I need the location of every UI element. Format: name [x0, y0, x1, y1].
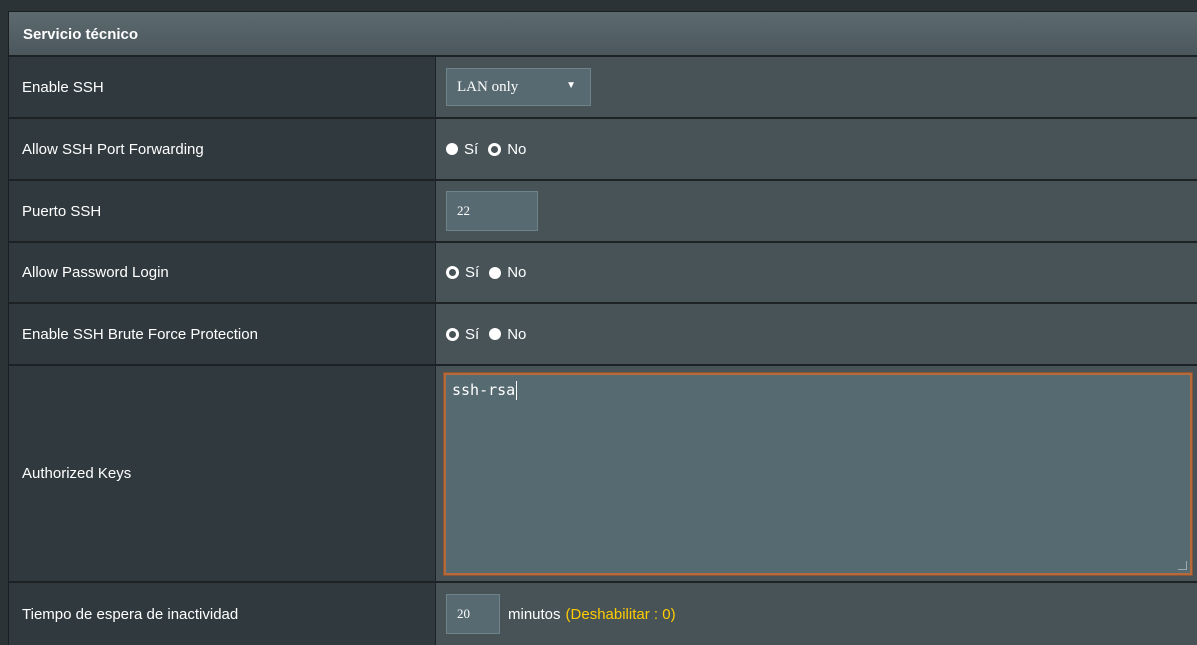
brute-force-label: Enable SSH Brute Force Protection: [9, 304, 436, 364]
authorized-keys-cell: ssh-rsa: [436, 366, 1197, 581]
ssh-port-forwarding-no-option[interactable]: No: [488, 141, 526, 158]
idle-timeout-input[interactable]: 20: [446, 594, 500, 634]
row-idle-timeout: Tiempo de espera de inactividad 20 minut…: [9, 583, 1197, 645]
row-ssh-port: Puerto SSH 22: [9, 181, 1197, 243]
radio-label-no: No: [507, 264, 527, 281]
idle-timeout-unit: minutos: [508, 605, 561, 623]
row-ssh-port-forwarding: Allow SSH Port Forwarding Sí No: [9, 119, 1197, 181]
ssh-port-label: Puerto SSH: [9, 181, 436, 241]
password-login-radio-group: Sí No: [446, 264, 526, 281]
authorized-keys-textarea[interactable]: ssh-rsa: [444, 372, 1192, 575]
text-cursor: [516, 380, 518, 400]
ssh-port-forwarding-radio-group: Sí No: [446, 141, 526, 158]
authorized-keys-label: Authorized Keys: [9, 366, 436, 581]
ssh-port-forwarding-label: Allow SSH Port Forwarding: [9, 119, 436, 179]
password-login-yes-option[interactable]: Sí: [446, 264, 479, 281]
radio-label-yes: Sí: [465, 264, 480, 281]
radio-label-yes: Sí: [464, 140, 479, 158]
radio-checked-icon[interactable]: [446, 327, 459, 341]
enable-ssh-select[interactable]: LAN only ▼: [446, 68, 591, 106]
row-authorized-keys: Authorized Keys ssh-rsa: [9, 366, 1197, 583]
row-brute-force: Enable SSH Brute Force Protection Sí No: [9, 304, 1197, 366]
password-login-cell: Sí No: [436, 243, 1197, 302]
row-enable-ssh: Enable SSH LAN only ▼: [9, 57, 1197, 119]
password-login-no-option[interactable]: No: [489, 264, 526, 281]
enable-ssh-selected-value: LAN only: [457, 78, 519, 95]
ssh-port-forwarding-yes-option[interactable]: Sí: [446, 141, 478, 158]
enable-ssh-cell: LAN only ▼: [436, 57, 1197, 117]
radio-label-no: No: [507, 325, 527, 343]
idle-timeout-label: Tiempo de espera de inactividad: [9, 583, 436, 645]
row-password-login: Allow Password Login Sí No: [9, 243, 1197, 304]
radio-label-no: No: [507, 140, 527, 158]
ssh-port-cell: 22: [436, 181, 1197, 241]
brute-force-no-option[interactable]: No: [489, 326, 526, 343]
caret-down-icon: ▼: [566, 80, 576, 91]
radio-unchecked-icon[interactable]: [446, 143, 458, 155]
ssh-service-panel: Servicio técnico Enable SSH LAN only ▼ A…: [8, 11, 1197, 645]
brute-force-yes-option[interactable]: Sí: [446, 326, 479, 343]
resize-grip-icon[interactable]: [1178, 560, 1187, 570]
ssh-port-input[interactable]: 22: [446, 191, 538, 231]
brute-force-cell: Sí No: [436, 304, 1197, 364]
authorized-keys-text: ssh-rsa: [452, 380, 516, 399]
radio-unchecked-icon[interactable]: [489, 266, 502, 279]
radio-checked-icon[interactable]: [488, 142, 502, 156]
radio-unchecked-icon[interactable]: [489, 328, 502, 340]
idle-timeout-hint: (Deshabilitar : 0): [565, 605, 676, 623]
panel-title: Servicio técnico: [9, 12, 1197, 57]
enable-ssh-label: Enable SSH: [9, 57, 436, 117]
password-login-label: Allow Password Login: [9, 243, 436, 302]
radio-label-yes: Sí: [465, 325, 480, 343]
idle-timeout-cell: 20 minutos (Deshabilitar : 0): [436, 583, 1197, 645]
brute-force-radio-group: Sí No: [446, 326, 526, 343]
ssh-port-forwarding-cell: Sí No: [436, 119, 1197, 179]
radio-checked-icon[interactable]: [446, 266, 459, 279]
